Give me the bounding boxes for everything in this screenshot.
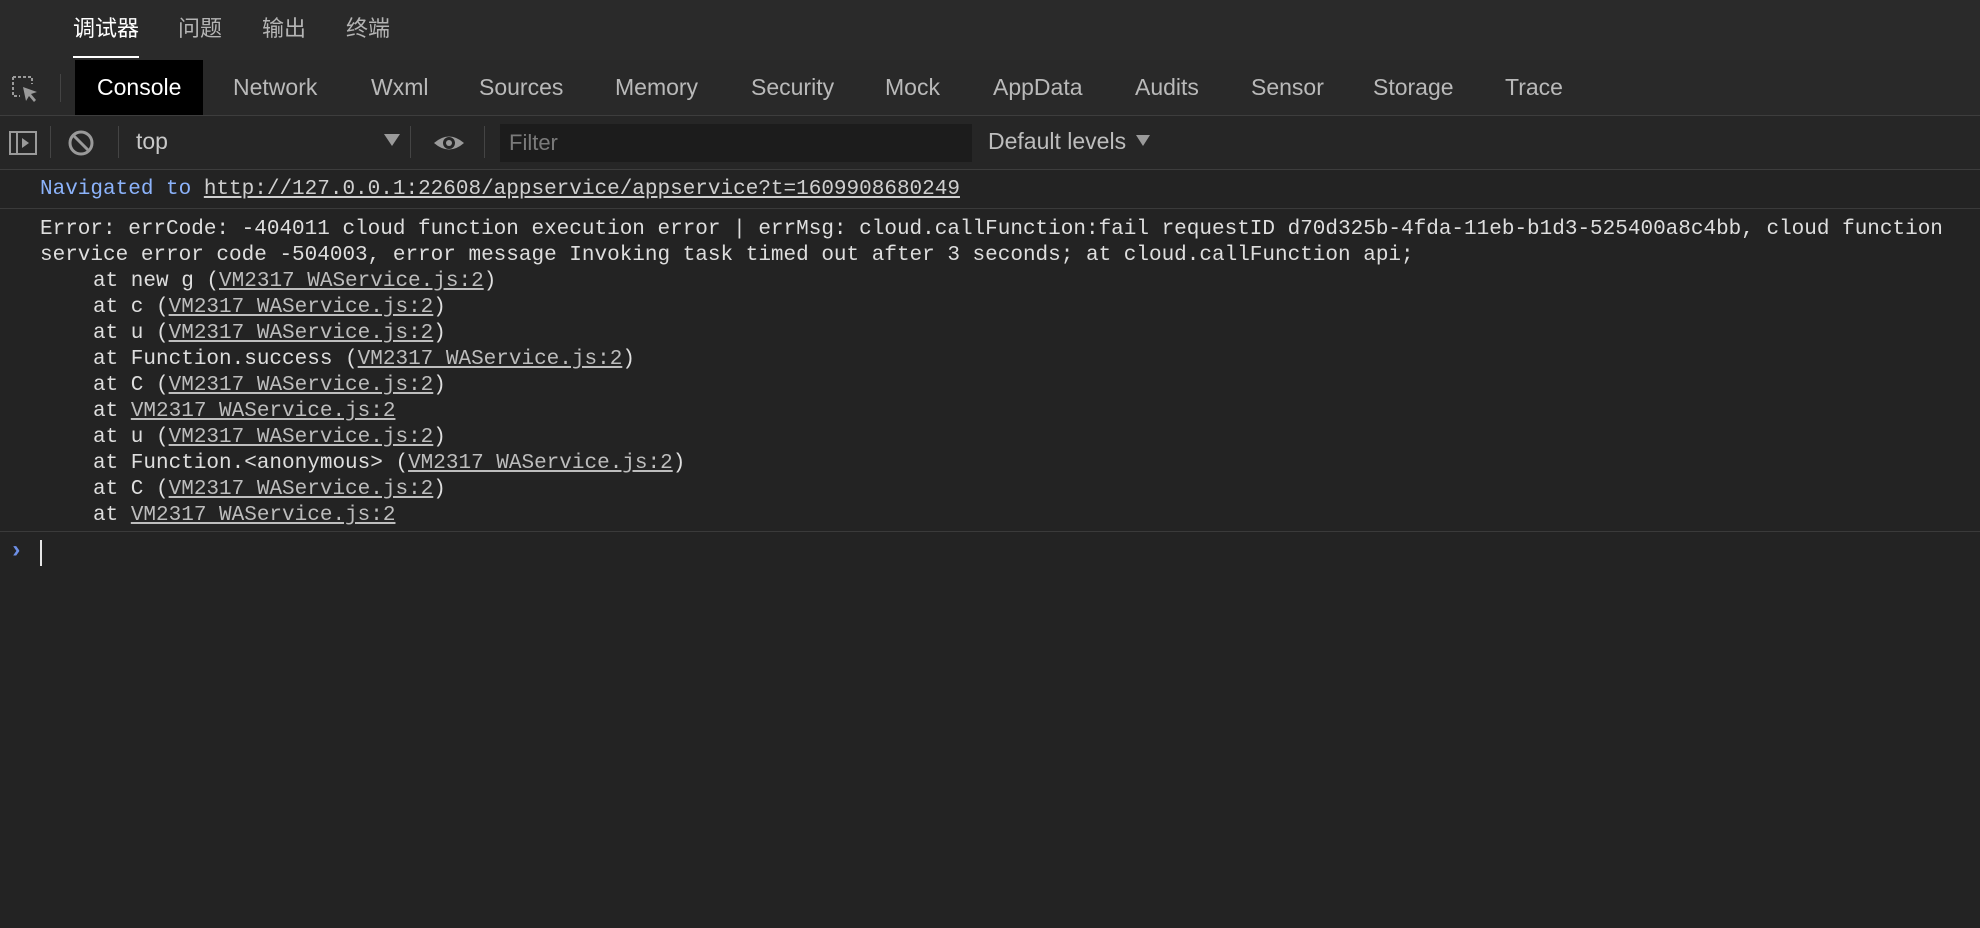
stack-frame-prefix: at new g ( [93,270,220,293]
console-prompt[interactable]: › [0,532,1980,572]
stack-frame-prefix: at Function.success ( [93,348,358,371]
toolbar-divider [60,74,61,102]
top-tab-bar: 调试器 问题 输出 终端 [0,0,1980,60]
stack-source-link[interactable]: VM2317 WAService.js:2 [169,374,434,397]
stack-source-link[interactable]: VM2317 WAService.js:2 [358,348,623,371]
navigated-prefix: Navigated to [40,178,204,201]
toolbar-divider [118,126,119,158]
stack-frame: at u (VM2317 WAService.js:2) [93,321,446,347]
tab-mock[interactable]: Mock [885,60,940,115]
tab-storage[interactable]: Storage [1373,60,1454,115]
stack-frame-prefix: at u ( [93,426,169,449]
tab-console[interactable]: Console [75,60,204,115]
toolbar-divider [484,126,485,158]
live-expression-eye-icon[interactable] [432,128,466,158]
stack-frame-prefix: at C ( [93,478,169,501]
stack-frame: at u (VM2317 WAService.js:2) [93,425,446,451]
inspect-element-icon[interactable] [10,74,40,104]
chevron-down-icon [1136,135,1151,146]
tab-terminal[interactable]: 终端 [346,16,390,44]
stack-frame-prefix: at c ( [93,296,169,319]
stack-frame: at C (VM2317 WAService.js:2) [93,373,446,399]
tab-appdata[interactable]: AppData [993,60,1083,115]
stack-frame-suffix: ) [433,478,446,501]
console-message-navigation: Navigated to http://127.0.0.1:22608/apps… [0,170,1980,209]
stack-frame: at VM2317 WAService.js:2 [93,399,395,425]
stack-frame-prefix: at Function.<anonymous> ( [93,452,409,475]
tab-audits[interactable]: Audits [1135,60,1199,115]
stack-source-link[interactable]: VM2317 WAService.js:2 [131,400,396,423]
navigated-url-link[interactable]: http://127.0.0.1:22608/appservice/appser… [204,178,960,201]
context-selector[interactable]: top [124,116,400,169]
console-message-error: Error: errCode: -404011 cloud function e… [0,209,1980,532]
stack-frame: at C (VM2317 WAService.js:2) [93,477,446,503]
console-output: Navigated to http://127.0.0.1:22608/apps… [0,170,1980,928]
clear-console-icon[interactable] [66,128,96,158]
show-sidebar-icon[interactable] [8,128,38,158]
stack-frame-suffix: ) [672,452,686,475]
chevron-down-icon [384,134,400,146]
tab-network[interactable]: Network [233,60,317,115]
toolbar-divider [50,126,51,158]
stack-frame-prefix: at u ( [93,322,169,345]
log-levels-label: Default levels [988,128,1127,154]
stack-source-link[interactable]: VM2317 WAService.js:2 [219,270,484,293]
log-levels-dropdown[interactable]: Default levels [988,128,1151,155]
stack-source-link[interactable]: VM2317 WAService.js:2 [169,478,434,501]
toolbar-divider [410,126,411,158]
stack-source-link[interactable]: VM2317 WAService.js:2 [169,296,434,319]
stack-frame: at VM2317 WAService.js:2 [93,503,395,529]
stack-frame-suffix: ) [483,270,497,293]
stack-frame-suffix: ) [433,374,446,397]
stack-frame-prefix: at [93,504,131,527]
stack-frame-suffix: ) [433,296,446,319]
tab-problems[interactable]: 问题 [178,16,222,44]
context-value: top [136,128,168,154]
prompt-chevron-icon: › [9,538,24,565]
stack-frame-prefix: at C ( [93,374,169,397]
error-text: Error: errCode: -404011 cloud function e… [40,218,1956,267]
stack-frame-suffix: ) [433,426,446,449]
stack-source-link[interactable]: VM2317 WAService.js:2 [169,322,434,345]
text-cursor [40,540,42,566]
tab-memory[interactable]: Memory [615,60,698,115]
tab-sources[interactable]: Sources [479,60,563,115]
stack-frame: at new g (VM2317 WAService.js:2) [93,269,496,295]
tab-trace[interactable]: Trace [1505,60,1563,115]
devtools-panel-tabs: Console Network Wxml Sources Memory Secu… [0,60,1980,116]
navigation-text: Navigated to http://127.0.0.1:22608/apps… [40,178,960,201]
stack-frame-suffix: ) [622,348,635,371]
stack-frame-prefix: at [93,400,131,423]
stack-frame-suffix: ) [433,322,446,345]
filter-input[interactable] [500,124,972,162]
stack-source-link[interactable]: VM2317 WAService.js:2 [169,426,434,449]
stack-source-link[interactable]: VM2317 WAService.js:2 [131,504,396,527]
stack-frame: at Function.success (VM2317 WAService.js… [93,347,635,373]
stack-source-link[interactable]: VM2317 WAService.js:2 [408,452,673,475]
stack-frame: at c (VM2317 WAService.js:2) [93,295,446,321]
tab-wxml[interactable]: Wxml [371,60,428,115]
stack-frame: at Function.<anonymous> (VM2317 WAServic… [93,451,685,477]
tab-debugger[interactable]: 调试器 [73,16,140,58]
console-toolbar: top Default levels [0,116,1980,170]
tab-output[interactable]: 输出 [262,16,306,44]
tab-security[interactable]: Security [751,60,834,115]
tab-sensor[interactable]: Sensor [1251,60,1324,115]
